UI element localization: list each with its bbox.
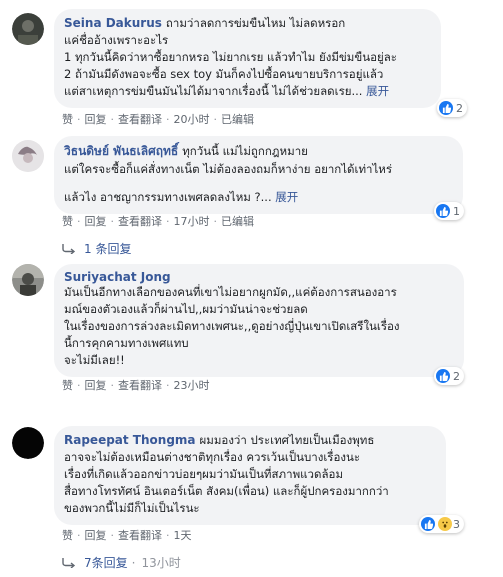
reaction-count[interactable]: 2 bbox=[434, 367, 464, 385]
comment-text: มันเป็นอีกทางเลือกของคนที่เขาไม่อยากผูกม… bbox=[64, 285, 397, 299]
comment-author[interactable]: Seina Dakurus bbox=[64, 16, 162, 30]
comment-text: แล้วไง อาชญากรรมทางเพศลดลงไหม ?... bbox=[64, 190, 272, 204]
comment-text: แต่ใครจะซื้อก็แค่สั่งทางเน็ต ไม่ต้องลองถ… bbox=[64, 162, 393, 176]
reply-button[interactable]: 回复 bbox=[85, 113, 107, 126]
avatar[interactable] bbox=[12, 13, 44, 45]
avatar[interactable] bbox=[12, 264, 44, 296]
view-replies-link[interactable]: 1 条回复 bbox=[62, 240, 131, 257]
avatar[interactable] bbox=[12, 140, 44, 172]
comment-text: ผมมองว่า ประเทศไทยเป็นเมืองพุทธ bbox=[199, 433, 375, 447]
reply-arrow-icon bbox=[62, 243, 76, 254]
edited-label: 已编辑 bbox=[221, 215, 254, 228]
like-button[interactable]: 赞 bbox=[62, 215, 73, 228]
replies-timestamp: 13小时 bbox=[141, 556, 181, 570]
reply-button[interactable]: 回复 bbox=[85, 379, 107, 392]
comment-bubble: วิธนดิษย์ พันธเลิศฤทธิ์ ทุกวันนี้ แม่ไม่ถ… bbox=[54, 136, 463, 214]
like-button[interactable]: 赞 bbox=[62, 529, 73, 542]
translate-button[interactable]: 查看翻译 bbox=[118, 215, 162, 228]
wow-icon bbox=[438, 517, 452, 531]
comment-text: 1 ทุกวันนี้คิดว่าหาซื้อยากหรอ ไม่ยากเรย … bbox=[64, 50, 397, 64]
comment-text: จะไม่มีเลย!! bbox=[64, 353, 125, 367]
translate-button[interactable]: 查看翻译 bbox=[118, 529, 162, 542]
comment-bubble: Seina Dakurus ถามว่าลดการข่มขืนไหม ไม่ลดห… bbox=[54, 9, 441, 108]
comment-actions: 赞 · 回复 · 查看翻译 · 17小时 · 已编辑 bbox=[62, 215, 254, 228]
like-icon bbox=[436, 369, 450, 383]
reaction-number: 1 bbox=[453, 204, 460, 218]
comment-text: ทุกวันนี้ แม่ไม่ถูกกฎหมาย bbox=[182, 144, 308, 158]
translate-button[interactable]: 查看翻译 bbox=[118, 113, 162, 126]
comment-actions: 赞 · 回复 · 查看翻译 · 23小时 bbox=[62, 379, 210, 392]
comment-text: สื่อทางโทรทัศน์ อินเตอร์เน็ต สังคม(เพื่อ… bbox=[64, 484, 389, 498]
timestamp[interactable]: 23小时 bbox=[174, 379, 210, 392]
like-icon bbox=[439, 101, 453, 115]
timestamp[interactable]: 17小时 bbox=[174, 215, 210, 228]
avatar[interactable] bbox=[12, 427, 44, 459]
reaction-number: 3 bbox=[453, 517, 460, 531]
comment-text: 2 ถ้ามันมีดังพอจะซื้อ sex toy มันก็คงไปซ… bbox=[64, 67, 384, 81]
replies-count[interactable]: 7条回复 bbox=[84, 554, 128, 571]
view-replies-link[interactable]: 7条回复 · 13小时 bbox=[62, 554, 181, 571]
reply-arrow-icon bbox=[62, 557, 76, 568]
reaction-number: 2 bbox=[453, 369, 460, 383]
replies-count[interactable]: 1 条回复 bbox=[84, 240, 131, 257]
comment-bubble: Suriyachat Jong มันเป็นอีกทางเลือกของคนท… bbox=[54, 264, 464, 377]
reaction-number: 2 bbox=[456, 101, 463, 115]
comment-text: มณ์ของตัวเองแล้วก็ผ่านไป,,ผมว่ามันน่าจะช… bbox=[64, 302, 308, 316]
translate-button[interactable]: 查看翻译 bbox=[118, 379, 162, 392]
comment-thread: Seina Dakurus ถามว่าลดการข่มขืนไหม ไม่ลดห… bbox=[0, 0, 503, 577]
reply-button[interactable]: 回复 bbox=[85, 215, 107, 228]
see-more-link[interactable]: 展开 bbox=[366, 84, 389, 98]
like-icon bbox=[436, 204, 450, 218]
comment-text: แต่สาเหตุการข่มขืนมันไม่ได้มาจากเรื่องนี… bbox=[64, 84, 363, 98]
comment-text: ถามว่าลดการข่มขืนไหม ไม่ลดหรอก bbox=[165, 16, 346, 30]
comment-actions: 赞 · 回复 · 查看翻译 · 1天 bbox=[62, 529, 192, 542]
comment-author[interactable]: Suriyachat Jong bbox=[64, 270, 171, 284]
comment-text: เรื่องที่เกิดแล้วออกข่าวบ่อยๆผมว่ามันเป็… bbox=[64, 467, 344, 481]
comment-author[interactable]: วิธนดิษย์ พันธเลิศฤทธิ์ bbox=[64, 144, 178, 158]
like-button[interactable]: 赞 bbox=[62, 379, 73, 392]
comment-text: ในเรื่องของการล่วงละเมิดทางเพศนะ,,ดูอย่า… bbox=[64, 319, 400, 333]
reaction-count[interactable]: 2 bbox=[437, 99, 467, 117]
timestamp[interactable]: 20小时 bbox=[174, 113, 210, 126]
comment-text: ของพวกนี้ไม่มีก็ไม่เป็นไรนะ bbox=[64, 501, 200, 515]
edited-label: 已编辑 bbox=[221, 113, 254, 126]
comment-text bbox=[64, 178, 451, 189]
like-button[interactable]: 赞 bbox=[62, 113, 73, 126]
comment-text: นี้การคุกคามทางเพศแทบ bbox=[64, 336, 189, 350]
like-icon bbox=[421, 517, 435, 531]
comment-actions: 赞 · 回复 · 查看翻译 · 20小时 · 已编辑 bbox=[62, 113, 254, 126]
see-more-link[interactable]: 展开 bbox=[275, 190, 298, 204]
comment-bubble: Rapeepat Thongma ผมมองว่า ประเทศไทยเป็นเม… bbox=[54, 426, 446, 525]
comment-author[interactable]: Rapeepat Thongma bbox=[64, 433, 196, 447]
comment-text: แค่ชื่ออ้างเพราะอะไร bbox=[64, 33, 169, 47]
reply-button[interactable]: 回复 bbox=[85, 529, 107, 542]
reaction-count[interactable]: 3 bbox=[419, 515, 464, 533]
reaction-count[interactable]: 1 bbox=[434, 202, 464, 220]
comment-text: อาจจะไม่ต้องเหมือนต่างชาติทุกเรื่อง ควรเ… bbox=[64, 450, 361, 464]
timestamp[interactable]: 1天 bbox=[174, 529, 192, 542]
